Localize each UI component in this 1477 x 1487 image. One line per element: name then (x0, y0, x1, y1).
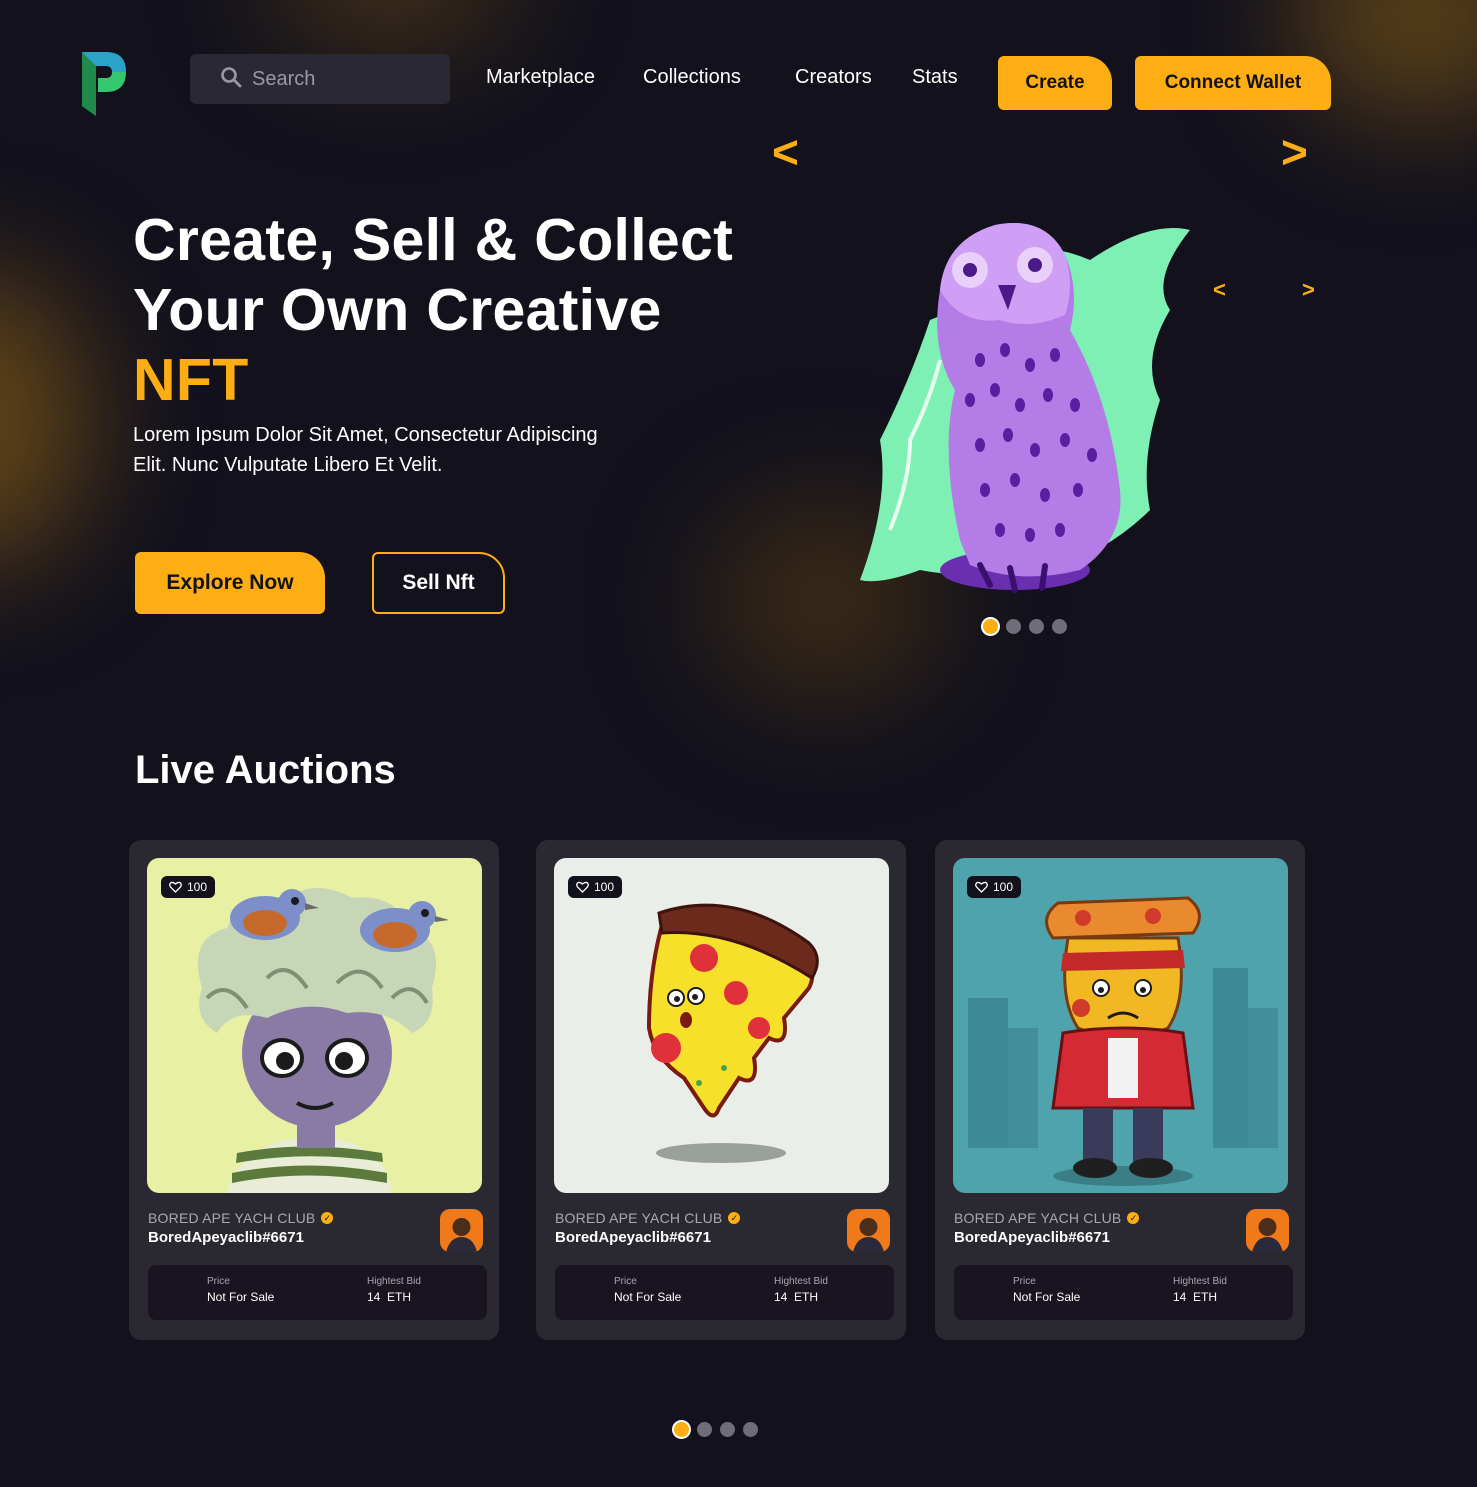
hero-description: Lorem Ipsum Dolor Sit Amet, Consectetur … (133, 424, 598, 476)
verified-icon: ✓ (728, 1212, 741, 1224)
avatar-icon[interactable] (440, 1209, 483, 1252)
bid-label: Hightest Bid (367, 1276, 421, 1287)
like-badge[interactable]: 100 (161, 876, 216, 898)
price-label: Price (614, 1276, 637, 1287)
auction-card[interactable]: 100 BORED APE YACH CLUB ✓ BoredApeyaclib… (129, 840, 499, 1340)
hero-title-accent: NFT (133, 347, 249, 413)
carousel-dot[interactable] (720, 1422, 735, 1437)
collection-label: BORED APE YACH CLUB (148, 1210, 316, 1226)
heart-icon (576, 881, 589, 893)
carousel-dot[interactable] (743, 1422, 758, 1437)
ambient-glow (0, 270, 90, 570)
price-info: Price Not For Sale Hightest Bid 14 ETH (555, 1265, 894, 1320)
carousel-dot[interactable] (1029, 619, 1044, 634)
logo-icon[interactable] (78, 48, 130, 118)
avatar-icon[interactable] (847, 1209, 890, 1252)
hero-title-line: Create, Sell & Collect (133, 207, 734, 273)
auction-card[interactable]: 100 BORED APE YACH CLUB ✓ BoredApeyaclib… (935, 840, 1305, 1340)
page: { "header": { "search_placeholder": "Sea… (0, 0, 1477, 1487)
hero-carousel-dots (983, 619, 1067, 634)
search-icon (220, 66, 242, 93)
search-bar[interactable] (190, 54, 450, 104)
price-label: Price (207, 1276, 230, 1287)
hero-next-arrow[interactable]: > (1281, 127, 1308, 177)
collection-name: BORED APE YACH CLUB ✓ (148, 1210, 334, 1226)
hero-title: Create, Sell & Collect Your Own Creative… (133, 205, 773, 415)
carousel-dot[interactable] (1006, 619, 1021, 634)
nft-name: BoredApeyaclib#6671 (148, 1229, 304, 1246)
carousel-dot[interactable] (674, 1422, 689, 1437)
bird-hair-character-image[interactable]: 100 (147, 858, 482, 1193)
price-info: Price Not For Sale Hightest Bid 14 ETH (954, 1265, 1293, 1320)
verified-icon: ✓ (321, 1212, 334, 1224)
like-count: 100 (993, 880, 1014, 894)
carousel-dot[interactable] (1052, 619, 1067, 634)
nft-name: BoredApeyaclib#6671 (555, 1229, 711, 1246)
search-input[interactable] (252, 67, 432, 91)
like-badge[interactable]: 100 (967, 876, 1022, 898)
heart-icon (975, 881, 988, 893)
art-prev-arrow[interactable]: < (1213, 278, 1226, 302)
like-count: 100 (187, 880, 208, 894)
sell-nft-button[interactable]: Sell Nft (372, 552, 505, 614)
art-next-arrow[interactable]: > (1302, 278, 1315, 302)
like-count: 100 (594, 880, 615, 894)
create-button[interactable]: Create (998, 56, 1112, 110)
collection-name: BORED APE YACH CLUB ✓ (954, 1210, 1140, 1226)
hero-owl-artwork (820, 200, 1200, 600)
price-info: Price Not For Sale Hightest Bid 14 ETH (148, 1265, 487, 1320)
nav-stats[interactable]: Stats (912, 66, 958, 89)
collection-label: BORED APE YACH CLUB (555, 1210, 723, 1226)
price-value: Not For Sale (1013, 1290, 1081, 1304)
auction-carousel-dots (674, 1422, 758, 1437)
pizza-man-image[interactable]: 100 (953, 858, 1288, 1193)
bid-value: 14 ETH (367, 1290, 412, 1304)
ambient-glow (270, 0, 510, 50)
connect-wallet-button[interactable]: Connect Wallet (1135, 56, 1331, 110)
verified-icon: ✓ (1127, 1212, 1140, 1224)
avatar-icon[interactable] (1246, 1209, 1289, 1252)
hero-prev-arrow[interactable]: < (772, 127, 799, 177)
nav-marketplace[interactable]: Marketplace (486, 66, 595, 89)
nft-name: BoredApeyaclib#6671 (954, 1229, 1110, 1246)
hero-title-line: Your Own Creative (133, 277, 662, 343)
carousel-dot[interactable] (697, 1422, 712, 1437)
explore-now-button[interactable]: Explore Now (135, 552, 325, 614)
price-value: Not For Sale (207, 1290, 275, 1304)
like-badge[interactable]: 100 (568, 876, 623, 898)
price-value: Not For Sale (614, 1290, 682, 1304)
nav-collections[interactable]: Collections (643, 66, 741, 89)
pizza-slice-image[interactable]: 100 (554, 858, 889, 1193)
price-label: Price (1013, 1276, 1036, 1287)
bid-label: Hightest Bid (1173, 1276, 1227, 1287)
carousel-dot[interactable] (983, 619, 998, 634)
heart-icon (169, 881, 182, 893)
section-title: Live Auctions (135, 748, 396, 792)
nav-creators[interactable]: Creators (795, 66, 872, 89)
collection-name: BORED APE YACH CLUB ✓ (555, 1210, 741, 1226)
bid-value: 14 ETH (1173, 1290, 1218, 1304)
bid-label: Hightest Bid (774, 1276, 828, 1287)
bid-value: 14 ETH (774, 1290, 819, 1304)
auction-card[interactable]: 100 BORED APE YACH CLUB ✓ BoredApeyaclib… (536, 840, 906, 1340)
collection-label: BORED APE YACH CLUB (954, 1210, 1122, 1226)
